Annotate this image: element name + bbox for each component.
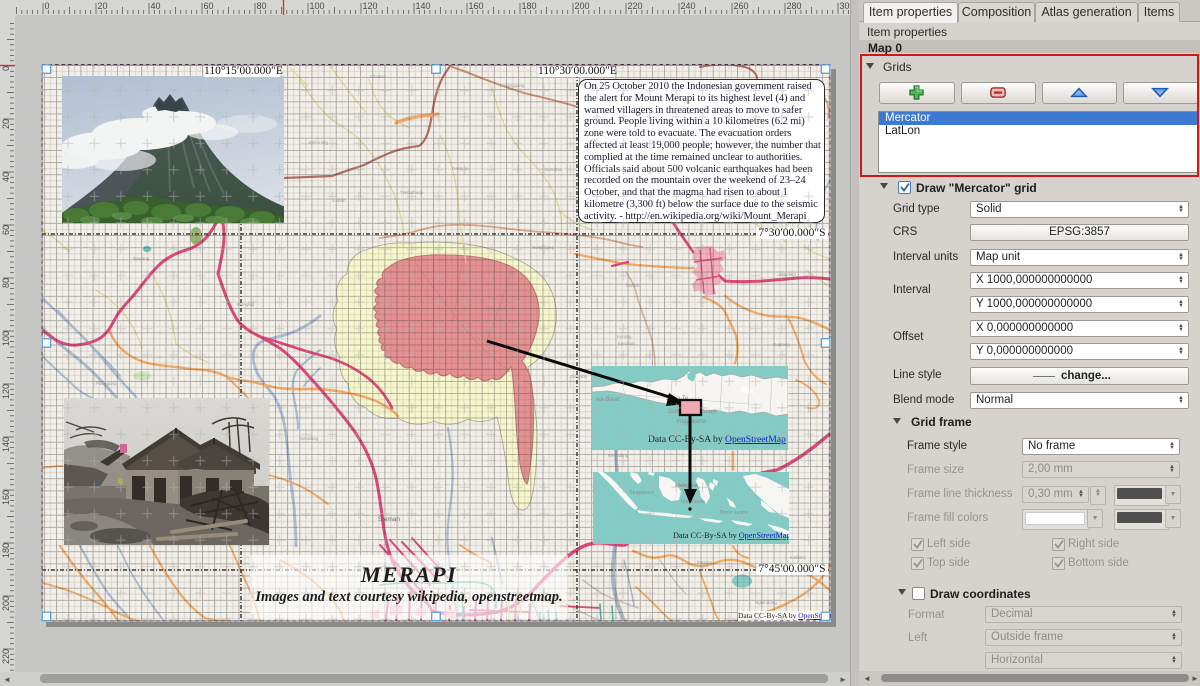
svg-text:180: 180 (522, 1, 537, 11)
svg-text:240: 240 (681, 1, 696, 11)
svg-text:280: 280 (787, 1, 802, 11)
svg-text:160: 160 (1, 490, 11, 505)
svg-text:20: 20 (98, 1, 108, 11)
svg-text:40: 40 (151, 1, 161, 11)
svg-text:200: 200 (1, 596, 11, 611)
svg-text:120: 120 (363, 1, 378, 11)
svg-text:220: 220 (1, 649, 11, 664)
svg-text:120: 120 (1, 384, 11, 399)
svg-text:100: 100 (310, 1, 325, 11)
svg-text:100: 100 (1, 331, 11, 346)
svg-text:0: 0 (45, 1, 50, 11)
svg-text:180: 180 (1, 543, 11, 558)
svg-text:260: 260 (734, 1, 749, 11)
svg-text:0: 0 (1, 66, 11, 71)
svg-text:60: 60 (1, 225, 11, 235)
svg-text:40: 40 (1, 172, 11, 182)
svg-text:220: 220 (628, 1, 643, 11)
svg-text:80: 80 (257, 1, 267, 11)
svg-text:60: 60 (204, 1, 214, 11)
svg-text:20: 20 (1, 119, 11, 129)
svg-text:80: 80 (1, 278, 11, 288)
svg-text:140: 140 (416, 1, 431, 11)
svg-text:160: 160 (469, 1, 484, 11)
svg-text:200: 200 (575, 1, 590, 11)
svg-text:140: 140 (1, 437, 11, 452)
